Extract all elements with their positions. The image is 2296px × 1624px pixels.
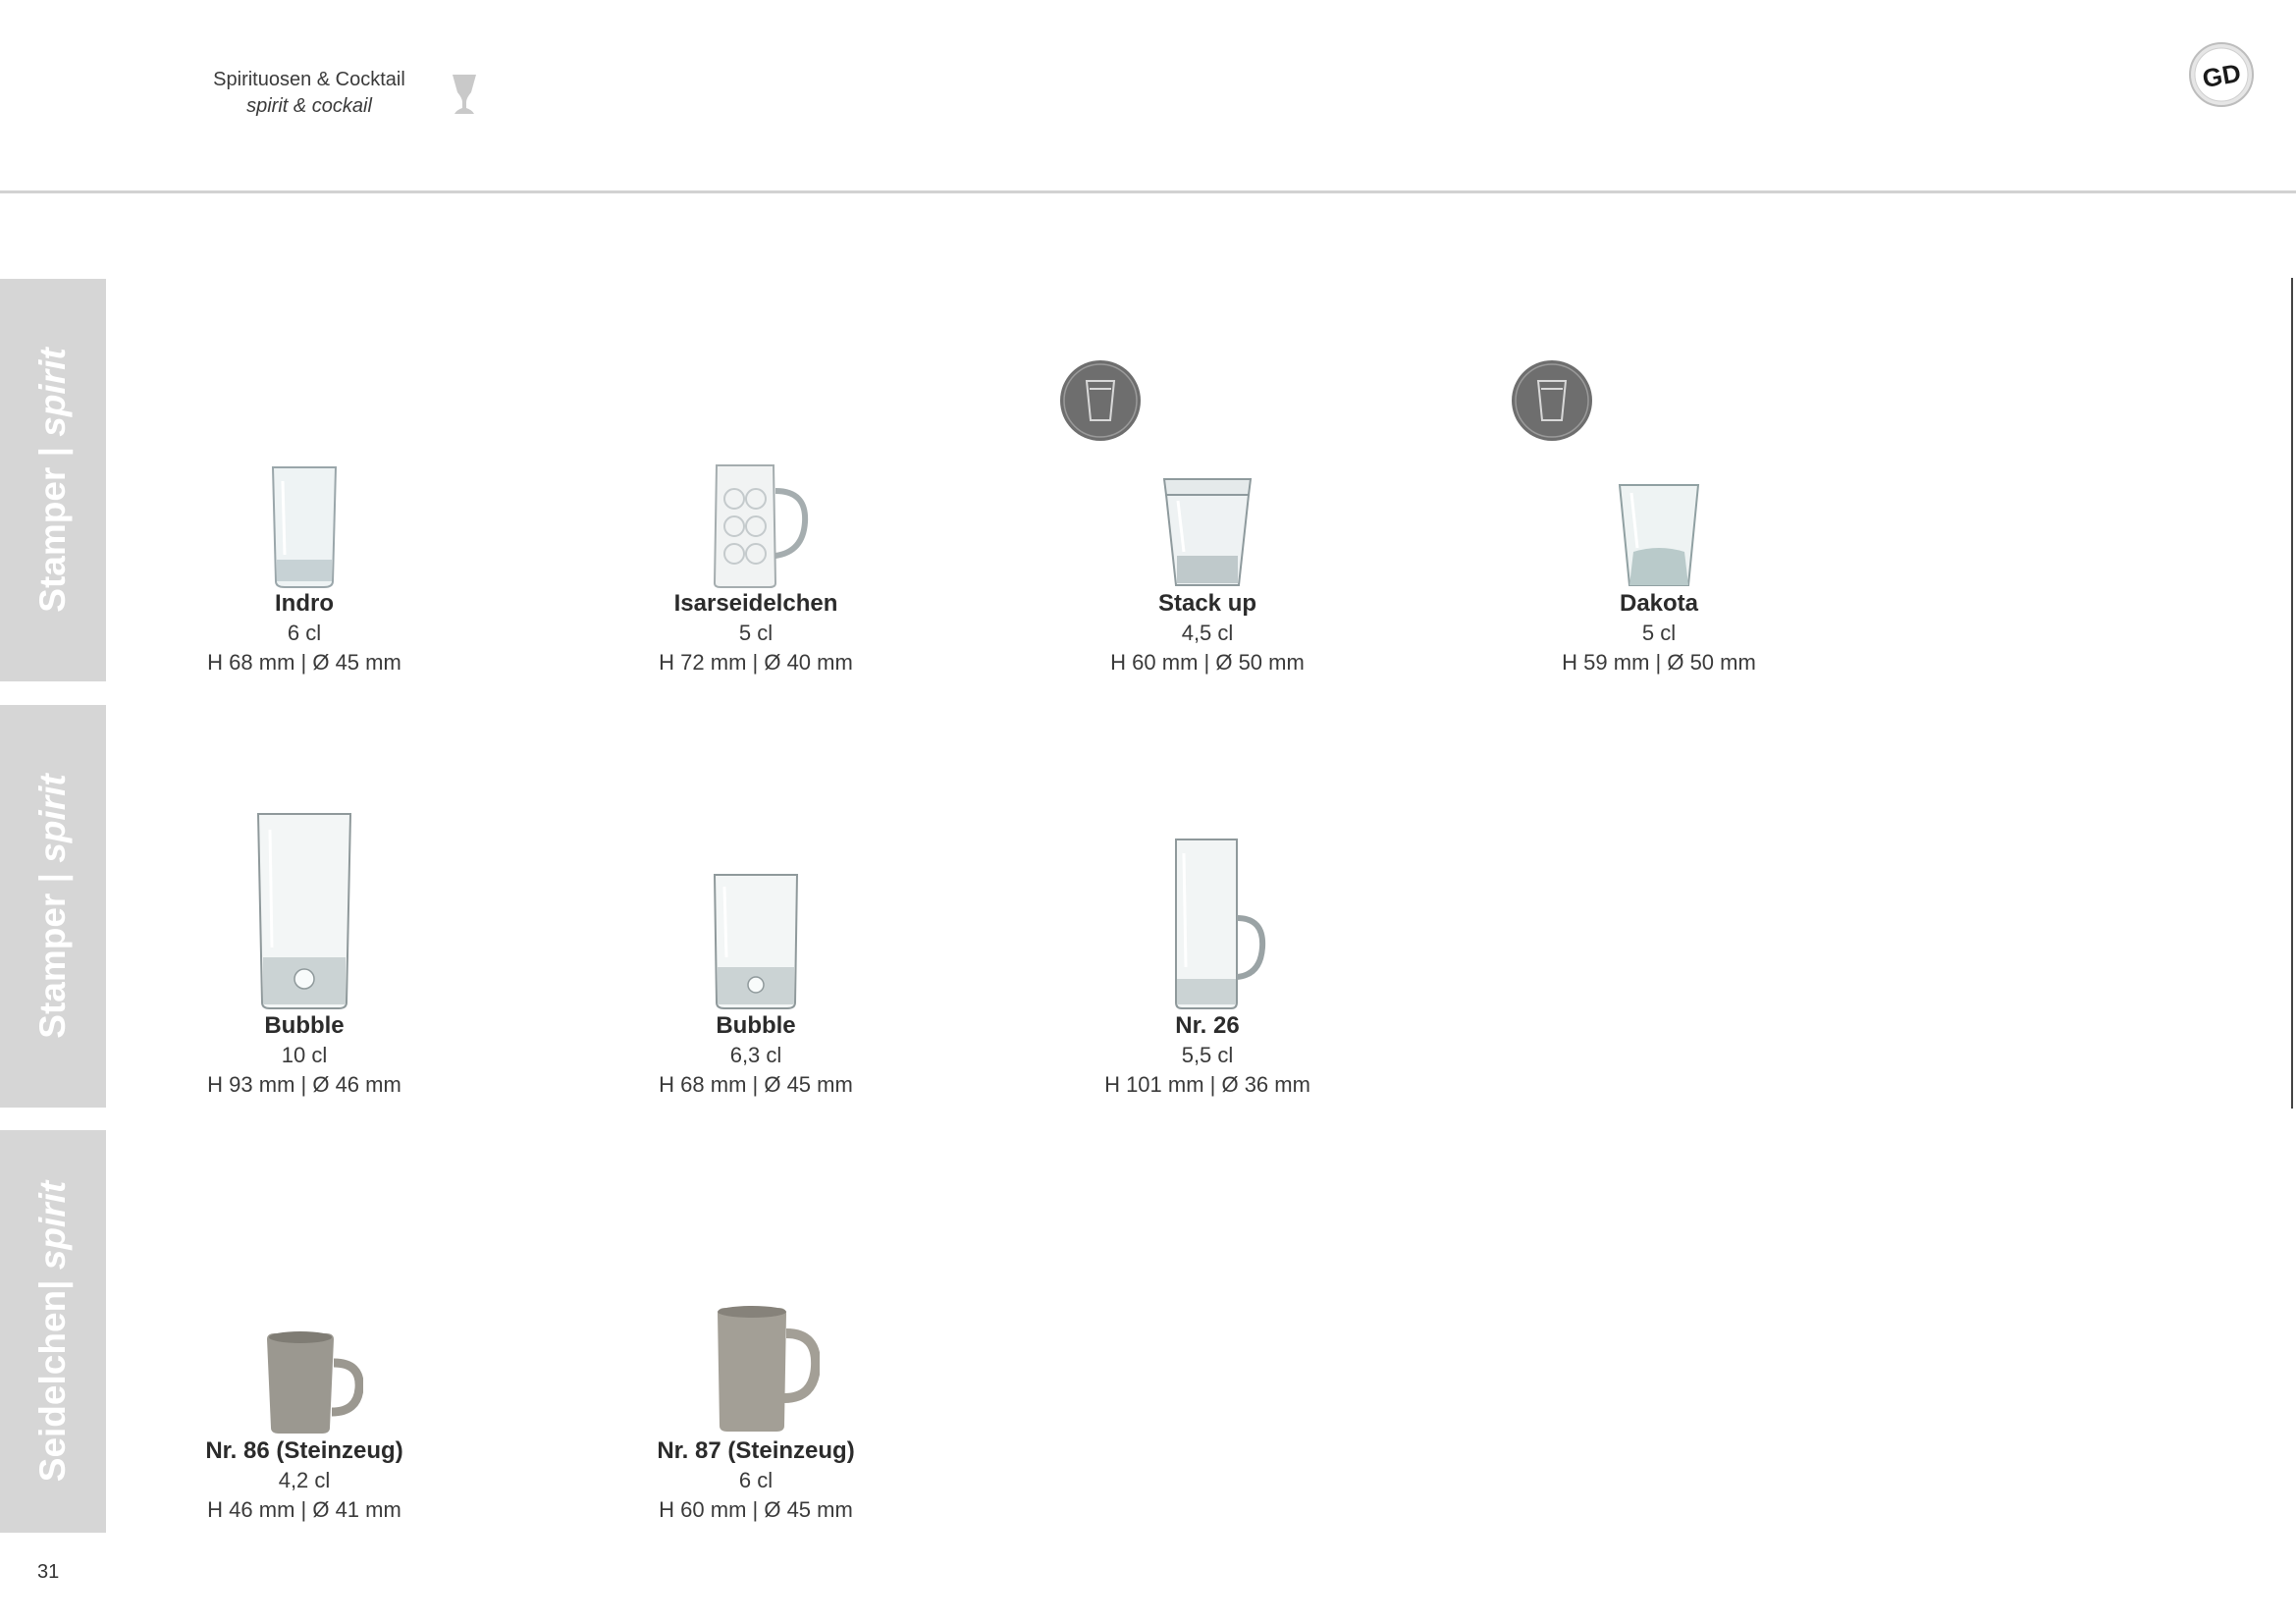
product-volume: 5 cl [1641,621,1677,645]
product-name: Indro [275,590,334,617]
tab-label-italic: spirit [32,348,73,437]
product-dimensions: H 60 mm | Ø 45 mm [659,1497,853,1522]
category-title-de: Spirituosen & Cocktail [213,69,405,90]
stack-up-glass-image [1162,478,1253,586]
stoneware-mug-small-image [267,1331,363,1434]
brand-logo: GD [2189,42,2254,107]
dakota-glass-image [1618,484,1700,586]
product-dimensions: H 59 mm | Ø 50 mm [1562,650,1756,675]
tab-label: Stamper | [32,436,73,613]
bubble-tall-glass-image [256,813,352,1009]
product-volume: 4,2 cl [278,1468,331,1492]
tab-label-italic: spirit [32,774,73,863]
stoneware-mug-large-image [718,1306,820,1432]
side-tab-stamper-1: Stamper | spirit [0,279,106,681]
product-card[interactable]: Nr. 87 (Steinzeug) 6 cl H 60 mm | Ø 45 m… [599,1294,913,1525]
product-volume: 5 cl [738,621,774,645]
mini-mug-glass-image [713,464,809,588]
product-card[interactable]: Nr. 86 (Steinzeug) 4,2 cl H 46 mm | Ø 41… [147,1294,461,1525]
product-name: Dakota [1619,590,1699,617]
product-card[interactable]: Bubble 10 cl H 93 mm | Ø 46 mm [147,810,461,1100]
product-dimensions: H 60 mm | Ø 50 mm [1110,650,1305,675]
product-dimensions: H 68 mm | Ø 45 mm [207,650,401,675]
product-card[interactable]: Dakota 5 cl H 59 mm | Ø 50 mm [1502,461,1816,677]
product-volume: 6 cl [738,1468,774,1492]
stackable-badge-icon [1060,360,1141,441]
product-name: Isarseidelchen [673,590,838,617]
product-volume: 6 cl [287,621,322,645]
product-card[interactable]: Bubble 6,3 cl H 68 mm | Ø 45 mm [599,810,913,1100]
product-card[interactable]: Stack up 4,5 cl H 60 mm | Ø 50 mm [1050,461,1364,677]
product-name: Nr. 87 (Steinzeug) [657,1437,855,1464]
product-name: Bubble [716,1012,796,1039]
shot-glass-image [271,466,338,588]
product-card[interactable]: Indro 6 cl H 68 mm | Ø 45 mm [147,461,461,677]
product-dimensions: H 93 mm | Ø 46 mm [207,1072,401,1097]
product-dimensions: H 68 mm | Ø 45 mm [659,1072,853,1097]
product-name: Nr. 26 [1175,1012,1240,1039]
product-dimensions: H 46 mm | Ø 41 mm [207,1497,401,1522]
product-dimensions: H 101 mm | Ø 36 mm [1104,1072,1310,1097]
tab-label-italic: spirit [32,1180,73,1271]
product-card[interactable]: Nr. 26 5,5 cl H 101 mm | Ø 36 mm [1050,810,1364,1100]
bubble-short-glass-image [713,874,799,1009]
category-title-en: spirit & cockail [246,95,372,117]
side-tab-seidelchen: Seidelchen| spirit [0,1130,106,1533]
product-volume: 5,5 cl [1181,1043,1234,1067]
tab-label: Stamper | [32,862,73,1039]
side-tab-stamper-2: Stamper | spirit [0,705,106,1108]
tab-label: Seidelchen| [32,1270,73,1483]
page-number: 31 [37,1561,60,1583]
nr-26-mini-mug-image [1175,839,1266,1009]
header-divider [0,190,2296,193]
product-dimensions: H 72 mm | Ø 40 mm [659,650,853,675]
product-volume: 6,3 cl [729,1043,782,1067]
section-heading: Spirituosen & Cocktail spirit & cockail [196,67,422,120]
page-edge-line [2291,278,2293,1109]
stackable-badge-icon [1512,360,1592,441]
product-volume: 4,5 cl [1181,621,1234,645]
product-name: Bubble [264,1012,345,1039]
product-name: Stack up [1157,590,1257,617]
product-name: Nr. 86 (Steinzeug) [205,1437,403,1464]
product-card[interactable]: Isarseidelchen 5 cl H 72 mm | Ø 40 mm [599,461,913,677]
stemmed-glass-icon [453,75,476,114]
product-volume: 10 cl [281,1043,328,1067]
